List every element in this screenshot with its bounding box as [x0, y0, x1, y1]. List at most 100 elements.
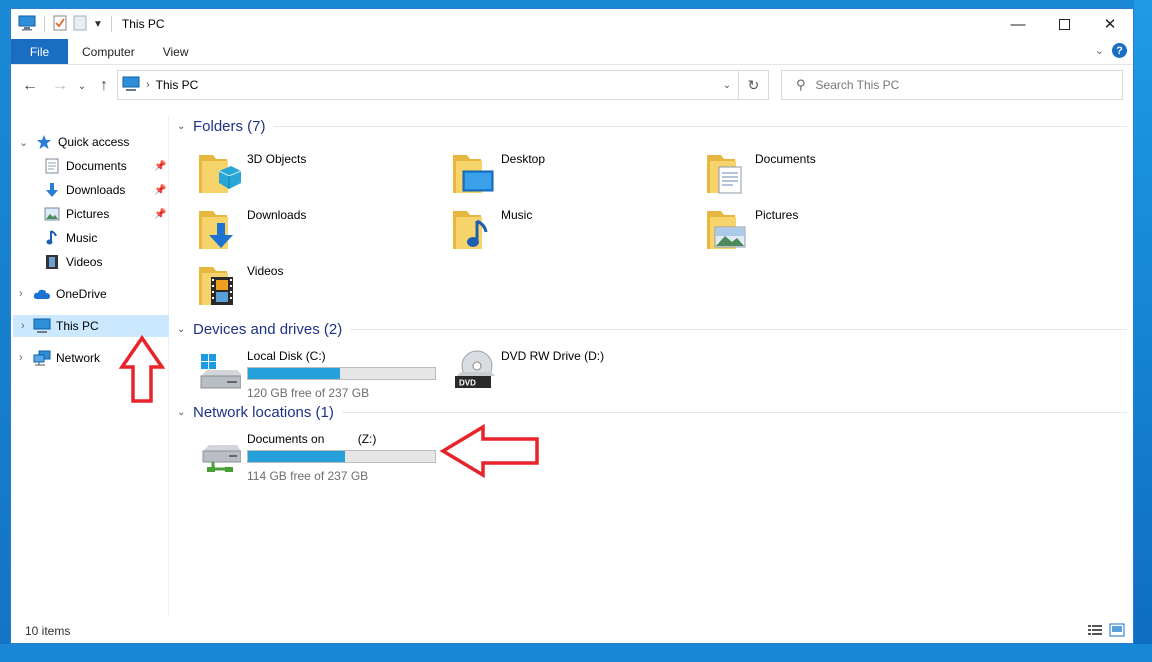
window-controls: — ✕: [995, 9, 1133, 39]
customize-toolbar-icon[interactable]: ▼: [93, 19, 103, 30]
sidebar-item-label: This PC: [56, 319, 99, 333]
folder-pictures[interactable]: Pictures: [705, 205, 955, 255]
maximize-button[interactable]: [1041, 9, 1087, 39]
item-count: 10 items: [25, 624, 71, 638]
sidebar-item-this-pc[interactable]: › This PC: [13, 315, 169, 337]
expand-ribbon-icon[interactable]: ⌄: [1095, 44, 1104, 57]
minimize-button[interactable]: —: [995, 9, 1041, 39]
toolbar-separator: [110, 16, 112, 32]
pin-icon[interactable]: 📌: [154, 209, 166, 220]
drive-dvd-rw-d[interactable]: DVD DVD RW Drive (D:): [451, 346, 701, 396]
drive-label: DVD RW Drive (D:): [501, 349, 605, 363]
group-header-folders[interactable]: ⌄ Folders (7): [177, 116, 1127, 136]
group-divider: [273, 125, 1127, 127]
network-drive-icon: [197, 429, 242, 475]
downloads-icon: [43, 182, 61, 198]
recent-locations-button[interactable]: ⌄: [71, 74, 93, 98]
refresh-button[interactable]: ↻: [738, 71, 768, 99]
sidebar-item-label: Network: [56, 351, 101, 365]
disk-usage-fill: [248, 451, 346, 462]
desktop-background-bottom: [0, 644, 1152, 662]
sidebar-item-music[interactable]: Music: [11, 227, 169, 249]
collapse-chevron-icon[interactable]: ⌄: [177, 121, 191, 132]
up-button[interactable]: ↑: [93, 74, 115, 98]
view-switcher: [1087, 623, 1125, 637]
folder-label: Videos: [247, 264, 284, 278]
folder-label: Desktop: [501, 152, 546, 166]
sidebar-item-label: Music: [66, 231, 98, 245]
title-bar: ▼ This PC — ✕: [11, 9, 1133, 39]
folder-desktop[interactable]: Desktop: [451, 149, 701, 199]
group-title: Network locations (1): [193, 403, 334, 421]
collapse-chevron-icon[interactable]: ⌄: [177, 407, 191, 418]
folder-music[interactable]: Music: [451, 205, 701, 255]
search-box[interactable]: ⚲ Search This PC: [781, 70, 1123, 100]
dvd-drive-icon: DVD: [451, 346, 495, 392]
folder-downloads[interactable]: Downloads: [197, 205, 447, 255]
large-icons-view-icon[interactable]: [1109, 623, 1125, 637]
folder-label: Pictures: [755, 208, 799, 222]
sidebar-item-documents[interactable]: Documents 📌: [11, 155, 169, 177]
group-divider: [341, 411, 1127, 413]
sidebar-item-downloads[interactable]: Downloads 📌: [11, 179, 169, 201]
help-icon[interactable]: ?: [1112, 43, 1127, 58]
details-view-icon[interactable]: [1087, 623, 1103, 637]
breadcrumb-this-pc[interactable]: This PC: [156, 78, 199, 92]
this-pc-icon[interactable]: [18, 15, 36, 34]
pictures-icon: [43, 207, 61, 221]
pin-icon[interactable]: 📌: [154, 185, 166, 196]
toolbar-separator: [44, 16, 45, 32]
forward-button[interactable]: →: [49, 74, 71, 98]
disk-usage-bar: [247, 450, 436, 463]
quick-access-toolbar: ▼: [11, 9, 114, 39]
annotation-arrow-left: [439, 423, 539, 479]
expand-chevron-icon[interactable]: ›: [19, 288, 23, 300]
network-drive-z[interactable]: Documents on (Z:) 114 GB free of 237 GB: [197, 429, 447, 483]
tab-file[interactable]: File: [11, 39, 68, 64]
folder-videos[interactable]: Videos: [197, 261, 447, 311]
tab-computer[interactable]: Computer: [68, 39, 149, 64]
back-button[interactable]: ←: [19, 74, 41, 98]
close-button[interactable]: ✕: [1087, 9, 1133, 39]
sidebar-item-pictures[interactable]: Pictures 📌: [11, 203, 169, 225]
svg-text:DVD: DVD: [459, 379, 476, 388]
drive-free-space: 114 GB free of 237 GB: [247, 469, 369, 483]
music-icon: [43, 230, 61, 246]
sidebar-item-videos[interactable]: Videos: [11, 251, 169, 273]
new-folder-icon[interactable]: [73, 15, 87, 34]
sidebar-item-label: Downloads: [66, 183, 126, 197]
local-disk-icon: [197, 346, 243, 392]
documents-icon: [705, 149, 749, 195]
collapse-chevron-icon[interactable]: ⌄: [177, 324, 191, 335]
music-icon: [451, 205, 495, 251]
drive-local-disk-c[interactable]: Local Disk (C:) 120 GB free of 237 GB: [197, 346, 447, 400]
drive-label: Local Disk (C:): [247, 349, 326, 363]
sidebar-item-quick-access[interactable]: ⌄ Quick access: [11, 131, 169, 153]
group-header-network-locations[interactable]: ⌄ Network locations (1): [177, 402, 1127, 422]
this-pc-icon: [33, 318, 51, 334]
desktop-icon: [451, 149, 495, 195]
folder-documents[interactable]: Documents: [705, 149, 955, 199]
3d-objects-icon: [197, 149, 242, 195]
address-bar[interactable]: › This PC ⌄ ↻: [117, 70, 769, 100]
disk-usage-fill: [248, 368, 340, 379]
content-pane: ⌄ Folders (7) 3D Objects Desktop Documen…: [171, 109, 1131, 619]
folder-label: Music: [501, 208, 533, 222]
group-header-devices[interactable]: ⌄ Devices and drives (2): [177, 319, 1127, 339]
properties-icon[interactable]: [53, 15, 67, 34]
folder-3d-objects[interactable]: 3D Objects: [197, 149, 447, 199]
tab-view[interactable]: View: [149, 39, 203, 64]
sidebar-item-label: Videos: [66, 255, 103, 269]
collapse-chevron-icon[interactable]: ⌄: [19, 136, 28, 149]
pin-icon[interactable]: 📌: [154, 161, 166, 172]
breadcrumb-chevron-icon[interactable]: ›: [146, 79, 150, 91]
videos-icon: [43, 254, 61, 270]
annotation-arrow-up: [119, 335, 165, 403]
documents-icon: [43, 158, 61, 174]
sidebar-item-onedrive[interactable]: › OneDrive: [11, 283, 169, 305]
expand-chevron-icon[interactable]: ›: [21, 320, 25, 332]
folder-label: 3D Objects: [247, 152, 307, 166]
address-dropdown-button[interactable]: ⌄: [716, 71, 738, 99]
ribbon-right-controls: ⌄ ?: [1095, 43, 1127, 58]
expand-chevron-icon[interactable]: ›: [19, 352, 23, 364]
